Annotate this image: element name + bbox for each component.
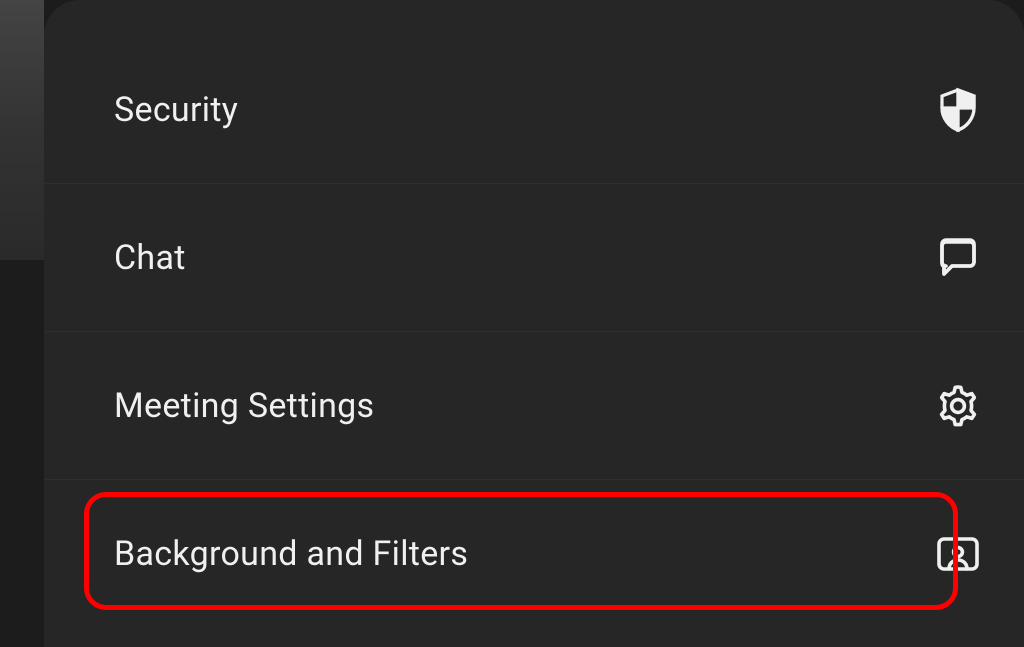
menu-item-label: Security — [114, 90, 238, 130]
background-strip — [0, 0, 44, 260]
shield-icon — [934, 86, 982, 134]
menu-item-background-filters[interactable]: Background and Filters — [44, 480, 1024, 628]
menu-item-meeting-settings[interactable]: Meeting Settings — [44, 332, 1024, 480]
chat-bubble-icon — [934, 234, 982, 282]
menu-item-chat[interactable]: Chat — [44, 184, 1024, 332]
gear-icon — [934, 382, 982, 430]
menu-item-label: Background and Filters — [114, 534, 468, 574]
person-frame-icon — [934, 530, 982, 578]
app-background: Security Chat Meeting Settings — [0, 0, 1024, 647]
menu-item-label: Meeting Settings — [114, 386, 374, 426]
menu-item-security[interactable]: Security — [44, 36, 1024, 184]
more-menu-panel: Security Chat Meeting Settings — [44, 0, 1024, 647]
menu-item-label: Chat — [114, 238, 186, 278]
